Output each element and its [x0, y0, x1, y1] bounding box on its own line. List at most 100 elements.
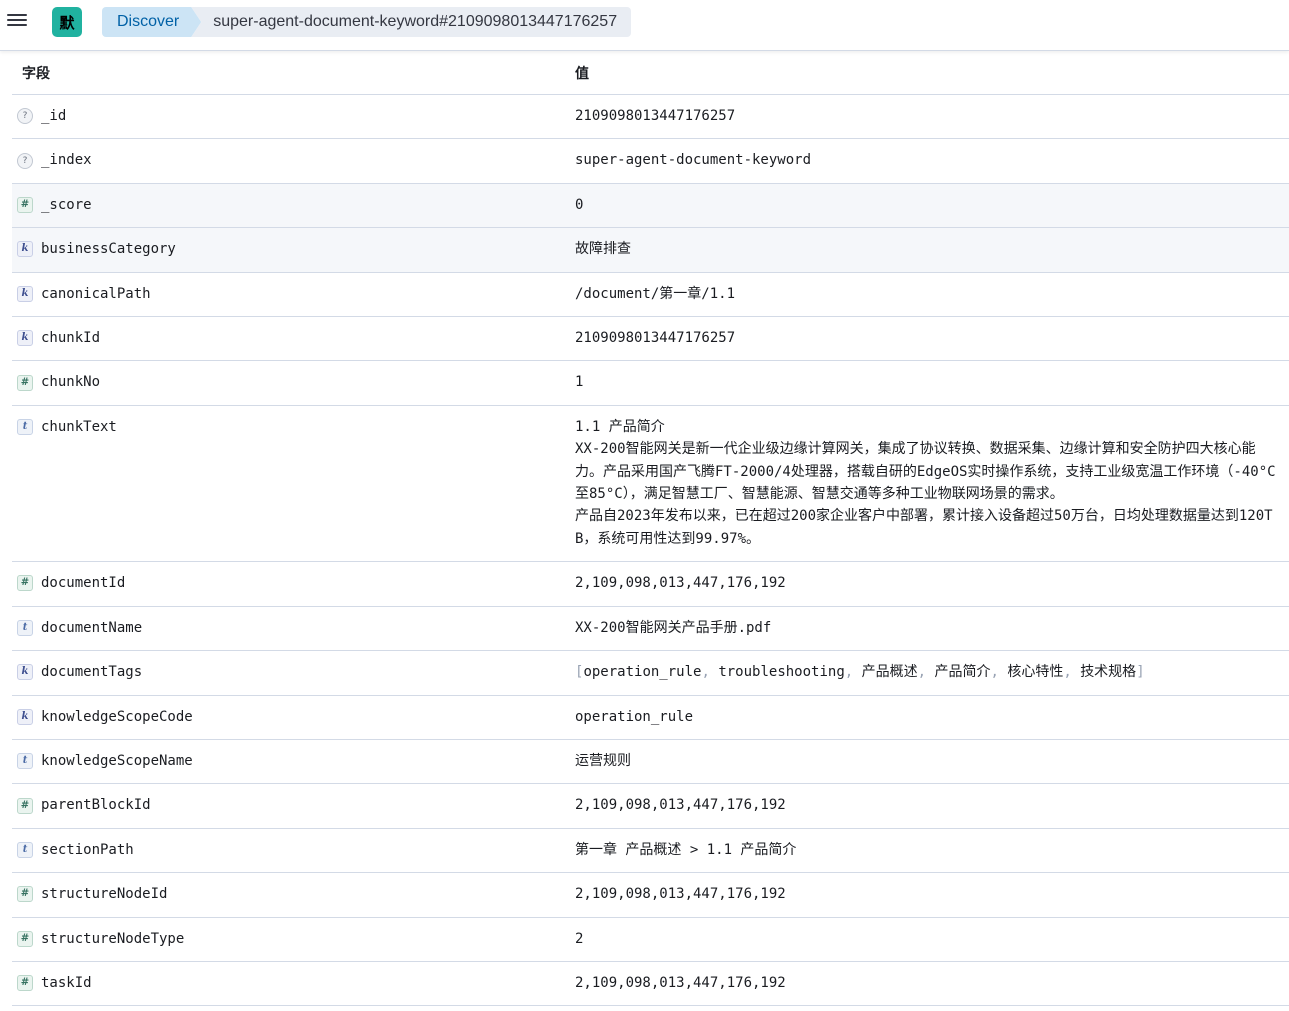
field-name: structureNodeType: [41, 930, 185, 947]
field-name: _index: [41, 152, 92, 169]
field-cell: k chunkId: [12, 316, 565, 362]
space-avatar[interactable]: 默: [52, 7, 82, 37]
field-name: chunkText: [41, 418, 117, 435]
table-row[interactable]: t sectionPath 第一章 产品概述 > 1.1 产品简介: [12, 828, 1289, 874]
table-header-row: 字段 值: [12, 52, 1289, 95]
table-row[interactable]: t knowledgeScopeName 运营规则: [12, 739, 1289, 785]
value-cell: 2109098013447176257: [565, 94, 1289, 140]
field-name: _id: [41, 108, 67, 124]
keyword-type-icon: k: [17, 241, 33, 258]
value-cell: 2,109,098,013,447,176,192: [565, 783, 1289, 829]
tag-item: troubleshooting: [718, 664, 845, 681]
value-cell: 2109098013447176257: [565, 316, 1289, 362]
field-cell: k documentTags: [12, 650, 565, 696]
field-name: businessCategory: [41, 241, 176, 258]
table-row[interactable]: # documentId 2,109,098,013,447,176,192: [12, 561, 1289, 607]
value-cell: 0: [565, 183, 1289, 229]
text-type-icon: t: [17, 753, 33, 770]
menu-icon[interactable]: [7, 12, 27, 30]
field-name: chunkId: [41, 330, 101, 347]
number-type-icon: #: [17, 197, 33, 213]
field-name: documentId: [41, 575, 126, 592]
value-cell: 第一章 产品概述 > 1.1 产品简介: [565, 828, 1289, 874]
field-value: 2109098013447176257: [575, 108, 736, 124]
value-cell: 运营规则: [565, 739, 1289, 785]
field-value: 1: [575, 374, 584, 391]
tag-item: operation_rule: [583, 664, 702, 681]
keyword-type-icon: k: [17, 664, 33, 681]
table-row[interactable]: k chunkId 2109098013447176257: [12, 316, 1289, 362]
table-row[interactable]: # structureNodeType 2: [12, 917, 1289, 962]
field-value: /document/第一章/1.1: [575, 285, 736, 302]
field-cell: t knowledgeScopeName: [12, 739, 565, 785]
field-name: parentBlockId: [41, 797, 151, 814]
field-cell: t chunkText: [12, 405, 565, 563]
breadcrumb-document: super-agent-document-keyword#21090980134…: [191, 7, 632, 37]
field-cell: # chunkNo: [12, 360, 565, 406]
field-value: 2109098013447176257: [575, 330, 736, 347]
field-name: documentTags: [41, 664, 143, 681]
field-value: super-agent-document-keyword: [575, 152, 812, 169]
value-cell: /document/第一章/1.1: [565, 272, 1289, 318]
number-type-icon: #: [17, 975, 33, 992]
breadcrumb-discover[interactable]: Discover: [102, 7, 201, 37]
table-row[interactable]: t documentName XX-200智能网关产品手册.pdf: [12, 606, 1289, 652]
field-cell: k knowledgeScopeCode: [12, 695, 565, 740]
tag-item: 核心特性: [1007, 664, 1064, 681]
table-row[interactable]: # chunkNo 1: [12, 360, 1289, 406]
tag-item: 技术规格: [1080, 664, 1137, 681]
value-cell: 1.1 产品简介 XX-200智能网关是新一代企业级边缘计算网关，集成了协议转换…: [565, 405, 1289, 563]
field-cell: # structureNodeType: [12, 917, 565, 962]
field-value: 2: [575, 930, 584, 947]
column-header-value: 值: [565, 52, 1289, 95]
field-name: knowledgeScopeName: [41, 752, 193, 769]
table-row[interactable]: # parentBlockId 2,109,098,013,447,176,192: [12, 783, 1289, 829]
text-type-icon: t: [17, 419, 33, 436]
column-header-field: 字段: [12, 52, 565, 95]
field-name: taskId: [41, 974, 92, 991]
field-value: 0: [575, 196, 584, 213]
number-type-icon: #: [17, 930, 33, 947]
field-value: 2,109,098,013,447,176,192: [575, 886, 786, 903]
unknown-type-icon: ?: [17, 108, 33, 125]
field-value: 2,109,098,013,447,176,192: [575, 575, 786, 592]
field-value: operation_rule: [575, 708, 694, 725]
value-cell: XX-200智能网关产品手册.pdf: [565, 606, 1289, 652]
table-row[interactable]: k canonicalPath/document/第一章/1.1: [12, 272, 1289, 318]
breadcrumb: Discover super-agent-document-keyword#21…: [102, 7, 632, 37]
keyword-type-icon: k: [17, 708, 33, 725]
table-row[interactable]: t chunkText 1.1 产品简介 XX-200智能网关是新一代企业级边缘计算…: [12, 405, 1289, 563]
field-value: 第一章 产品概述 > 1.1 产品简介: [575, 841, 797, 858]
field-name: knowledgeScopeCode: [41, 708, 193, 725]
number-type-icon: #: [17, 886, 33, 903]
tag-item: 产品简介: [934, 664, 991, 681]
field-value: 2,109,098,013,447,176,192: [575, 797, 786, 814]
field-name: sectionPath: [41, 841, 134, 858]
field-cell: k canonicalPath: [12, 272, 565, 318]
value-cell: super-agent-document-keyword: [565, 138, 1289, 184]
text-type-icon: t: [17, 619, 33, 636]
table-row[interactable]: k documentTags [operation_rule, troublesho…: [12, 650, 1289, 696]
table-row[interactable]: # structureNodeId 2,109,098,013,447,176,19…: [12, 872, 1289, 918]
value-cell: 2,109,098,013,447,176,192: [565, 561, 1289, 607]
document-table: 字段 值 ? _id 2109098013447176257? _index super…: [12, 52, 1289, 1007]
value-cell: 故障排查: [565, 227, 1289, 273]
field-name: structureNodeId: [41, 886, 168, 903]
field-cell: k businessCategory: [12, 227, 565, 273]
field-cell: # structureNodeId: [12, 872, 565, 918]
table-row[interactable]: k knowledgeScopeCode operation_rule: [12, 695, 1289, 740]
field-value: 故障排查: [575, 241, 631, 258]
table-row[interactable]: # _score 0: [12, 183, 1289, 229]
table-row[interactable]: k businessCategory 故障排查: [12, 227, 1289, 273]
table-row[interactable]: ? _id 2109098013447176257: [12, 94, 1289, 140]
value-cell: 2: [565, 917, 1289, 962]
text-type-icon: t: [17, 841, 33, 858]
table-row[interactable]: ? _index super-agent-document-keyword: [12, 138, 1289, 184]
field-cell: t sectionPath: [12, 828, 565, 874]
table-row[interactable]: # taskId 2,109,098,013,447,176,192: [12, 961, 1289, 1007]
field-name: _score: [41, 196, 92, 213]
number-type-icon: #: [17, 797, 33, 814]
field-name: chunkNo: [41, 374, 101, 391]
value-cell: 2,109,098,013,447,176,192: [565, 872, 1289, 918]
field-cell: t documentName: [12, 606, 565, 652]
